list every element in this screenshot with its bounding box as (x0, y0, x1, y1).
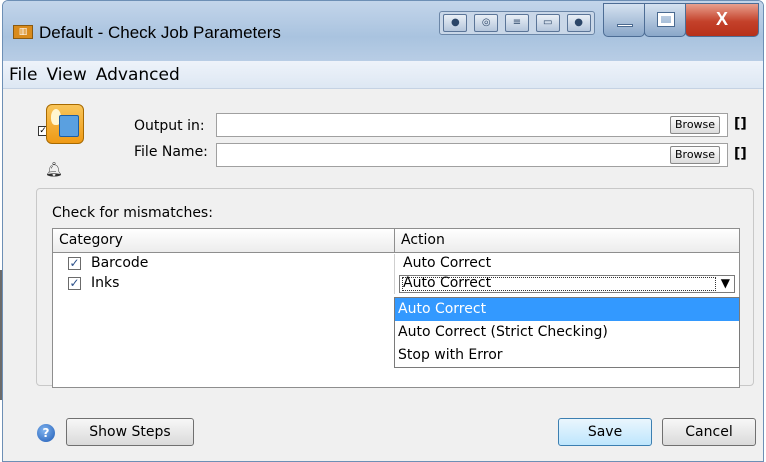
dropdown-option[interactable]: Auto Correct (395, 298, 739, 321)
menu-bar: File View Advanced (3, 61, 763, 89)
maximize-icon (657, 12, 675, 27)
action-cell[interactable]: Auto Correct (395, 254, 739, 274)
close-icon: X (715, 9, 728, 29)
action-value: Auto Correct (403, 255, 492, 271)
maximize-button[interactable] (644, 3, 686, 37)
job-icon (46, 104, 84, 144)
row-checkbox[interactable]: ✓ (68, 257, 81, 270)
dropdown-option[interactable]: Auto Correct (Strict Checking) (395, 321, 739, 344)
file-name-browse-button[interactable]: Browse (670, 146, 721, 164)
file-name-variable-button[interactable]: [] (734, 146, 747, 162)
window-icon[interactable]: ▭ (535, 14, 560, 32)
menu-advanced[interactable]: Advanced (96, 65, 180, 85)
minimize-icon (617, 24, 633, 27)
output-input[interactable] (216, 113, 728, 137)
chevron-down-icon[interactable]: ▼ (721, 276, 730, 290)
file-name-input[interactable] (216, 143, 728, 167)
category-label: Barcode (91, 255, 149, 271)
menu-file[interactable]: File (9, 65, 37, 85)
file-name-label: File Name: (134, 144, 208, 160)
category-label: Inks (91, 275, 120, 291)
table-row[interactable]: ✓ Inks Auto Correct ▼ (53, 274, 739, 294)
close-button[interactable]: X (685, 3, 759, 37)
row-checkbox[interactable]: ✓ (68, 277, 81, 290)
mismatch-title: Check for mismatches: (52, 205, 213, 221)
document-icon (59, 115, 79, 137)
show-steps-button[interactable]: Show Steps (66, 418, 194, 446)
filter-icon[interactable]: ≡ (504, 14, 529, 32)
bell-icon[interactable]: 🔔︎ (45, 162, 63, 178)
action-select-value: Auto Correct (403, 275, 492, 291)
action-dropdown-list: Auto Correct Auto Correct (Strict Checki… (394, 297, 740, 368)
record-icon[interactable]: ● (443, 14, 468, 32)
column-header-category[interactable]: Category (53, 229, 395, 253)
menu-view[interactable]: View (46, 65, 86, 85)
action-select[interactable]: Auto Correct ▼ (399, 275, 735, 293)
category-cell: ✓ Inks (53, 274, 395, 294)
save-button[interactable]: Save (558, 418, 652, 446)
title-toolbar: ● ◎ ≡ ▭ ● (439, 11, 595, 35)
category-cell: ✓ Barcode (53, 254, 395, 274)
column-header-action[interactable]: Action (395, 229, 739, 253)
camera-icon[interactable]: ◎ (474, 14, 499, 32)
table-row[interactable]: ✓ Barcode Auto Correct (53, 254, 739, 274)
output-label: Output in: (134, 118, 205, 134)
record-icon[interactable]: ● (566, 14, 591, 32)
dropdown-option[interactable]: Stop with Error (395, 344, 739, 367)
cancel-button[interactable]: Cancel (662, 418, 756, 446)
help-icon[interactable]: ? (37, 424, 55, 442)
app-icon: ▥ (13, 25, 33, 39)
output-browse-button[interactable]: Browse (670, 116, 721, 134)
minimize-button[interactable] (603, 3, 645, 37)
title-bar[interactable]: ▥ Default - Check Job Parameters ● ◎ ≡ ▭… (3, 1, 763, 61)
window-title: Default - Check Job Parameters (39, 23, 281, 42)
output-variable-button[interactable]: [] (734, 116, 747, 132)
